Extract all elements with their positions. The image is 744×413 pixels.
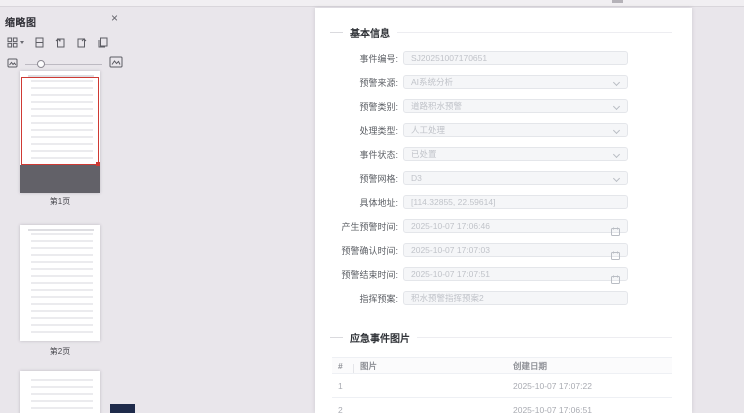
- field-label: 预警结束时间:: [341, 269, 398, 280]
- table-row[interactable]: 1 2025-10-07 17:07:22: [332, 374, 672, 398]
- thumbnail-page-2[interactable]: [20, 225, 100, 341]
- section-rule: [417, 336, 672, 338]
- chevron-down-icon: [20, 41, 24, 44]
- field-label: 预警确认时间:: [341, 245, 398, 256]
- zoom-out-thumbnail-icon[interactable]: [7, 55, 18, 73]
- section-dash: [330, 336, 343, 338]
- cell-date: 2025-10-07 17:07:22: [513, 380, 592, 391]
- viewport-rect[interactable]: [21, 77, 100, 166]
- field-label: 处理类型:: [359, 125, 398, 136]
- field-label: 预警网格:: [359, 173, 398, 184]
- alert-confirmed-time-picker[interactable]: 2025-10-07 17:07:03: [403, 243, 628, 260]
- document-page: 基本信息 事件编号: SJ20251007170651 预警来源: AI系统分析…: [315, 8, 692, 413]
- mini-page-content: [31, 233, 93, 333]
- thumbnail-zoom-slider[interactable]: [25, 60, 102, 68]
- command-plan-input[interactable]: 积水预警指挥预案2: [403, 291, 628, 305]
- thumbnail-panel-header: 缩略图 ×: [0, 7, 130, 29]
- col-header-date: 创建日期: [513, 360, 548, 371]
- section-event-images: 应急事件图片: [315, 327, 692, 347]
- section-basic-info: 基本信息: [315, 22, 692, 42]
- field-label: 具体地址:: [359, 197, 398, 208]
- window-tab-tick: [612, 0, 623, 3]
- screen: 缩略图 × 第1页 第2页 基本信息 事件编号: SJ2025100717065…: [0, 0, 744, 413]
- form-row: 预警确认时间: 2025-10-07 17:07:03: [315, 238, 692, 262]
- cell-index: 2: [338, 404, 343, 413]
- cell-index: 1: [338, 380, 343, 391]
- section-dash: [330, 31, 343, 33]
- section-title: 基本信息: [350, 28, 390, 40]
- chevron-down-icon: [612, 174, 621, 183]
- form-row: 预警来源: AI系统分析: [315, 70, 692, 94]
- col-header-index: #: [332, 361, 354, 373]
- calendar-icon: [611, 247, 620, 265]
- close-icon[interactable]: ×: [111, 12, 118, 24]
- field-label: 产生预警时间:: [341, 221, 398, 232]
- form-row: 预警类别: 道路积水预警: [315, 94, 692, 118]
- mini-page-dark-section: [20, 165, 100, 193]
- cell-date: 2025-10-07 17:06:51: [513, 404, 592, 413]
- chevron-down-icon: [612, 102, 621, 111]
- alert-category-select[interactable]: 道路积水预警: [403, 99, 628, 113]
- table-header-row: # 图片 创建日期: [332, 358, 672, 374]
- alert-source-select[interactable]: AI系统分析: [403, 75, 628, 89]
- thumbnail-zoom-row: [7, 55, 123, 73]
- panel-title: 缩略图: [5, 18, 37, 29]
- event-images-table: # 图片 创建日期 1 2025-10-07 17:07:22 2 2025-1…: [332, 357, 672, 413]
- field-label: 事件编号:: [359, 53, 398, 64]
- form-row: 预警结束时间: 2025-10-07 17:07:51: [315, 262, 692, 286]
- chevron-down-icon: [612, 150, 621, 159]
- taskbar-fragment: [110, 404, 135, 413]
- table-row[interactable]: 2 2025-10-07 17:06:51: [332, 398, 672, 413]
- form-row: 指挥预案: 积水预警指挥预案2: [315, 286, 692, 310]
- alert-generated-time-picker[interactable]: 2025-10-07 17:06:46: [403, 219, 628, 236]
- slider-handle[interactable]: [37, 60, 45, 68]
- mini-page-content: [31, 379, 93, 413]
- form-row: 具体地址: [114.32855, 22.59614]: [315, 190, 692, 214]
- copy-pages-icon[interactable]: [97, 37, 109, 48]
- field-label: 事件状态:: [359, 149, 398, 160]
- viewport-resize-handle[interactable]: [96, 162, 100, 166]
- field-label: 指挥预案:: [359, 293, 398, 304]
- event-id-input[interactable]: SJ20251007170651: [403, 51, 628, 65]
- zoom-in-thumbnail-icon[interactable]: [109, 55, 123, 73]
- window-top-strip: [0, 0, 744, 7]
- alert-end-time-picker[interactable]: 2025-10-07 17:07:51: [403, 267, 628, 284]
- form-row: 事件编号: SJ20251007170651: [315, 46, 692, 70]
- thumbnail-page-1[interactable]: [20, 71, 100, 193]
- form-row: 产生预警时间: 2025-10-07 17:06:46: [315, 214, 692, 238]
- alert-grid-select[interactable]: D3: [403, 171, 628, 185]
- single-page-icon[interactable]: [34, 37, 45, 48]
- thumbnail-toolbar: [7, 37, 130, 48]
- section-rule: [397, 31, 672, 33]
- grid-view-icon[interactable]: [7, 37, 24, 48]
- chevron-down-icon: [612, 78, 621, 87]
- address-input[interactable]: [114.32855, 22.59614]: [403, 195, 628, 209]
- chevron-down-icon: [612, 126, 621, 135]
- event-status-select[interactable]: 已处置: [403, 147, 628, 161]
- col-header-image: 图片: [360, 360, 378, 371]
- mini-page-heading: [28, 229, 94, 231]
- form-row: 处理类型: 人工处理: [315, 118, 692, 142]
- calendar-icon: [611, 223, 620, 241]
- form-row: 事件状态: 已处置: [315, 142, 692, 166]
- form-row: 预警网格: D3: [315, 166, 692, 190]
- thumbnail-page-3[interactable]: [20, 371, 100, 413]
- form-fields: 事件编号: SJ20251007170651 预警来源: AI系统分析 预警类别…: [315, 46, 692, 310]
- section-title: 应急事件图片: [350, 333, 410, 345]
- rotate-left-icon[interactable]: [55, 37, 66, 48]
- field-label: 预警类别:: [359, 101, 398, 112]
- field-label: 预警来源:: [359, 77, 398, 88]
- thumbnail-label-2: 第2页: [49, 347, 71, 356]
- thumbnail-panel: 缩略图 × 第1页 第2页: [0, 7, 130, 413]
- thumbnail-label-1: 第1页: [49, 197, 71, 206]
- process-type-select[interactable]: 人工处理: [403, 123, 628, 137]
- rotate-right-icon[interactable]: [76, 37, 87, 48]
- calendar-icon: [611, 271, 620, 289]
